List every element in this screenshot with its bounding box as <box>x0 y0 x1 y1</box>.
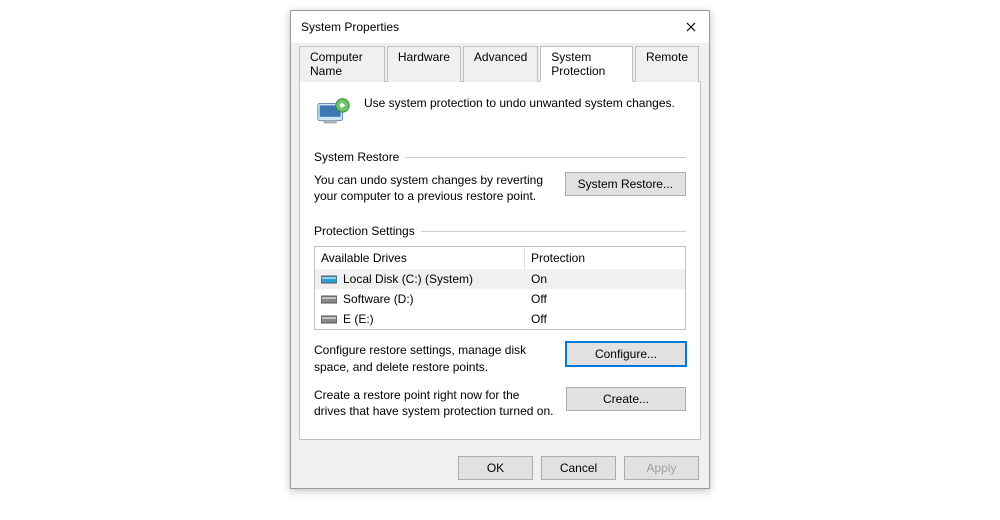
drives-body: Local Disk (C:) (System) On Software (D:) O… <box>315 269 685 329</box>
drive-label: E (E:) <box>343 312 374 326</box>
dialog-footer: OK Cancel Apply <box>291 448 709 488</box>
intro-row: Use system protection to undo unwanted s… <box>314 94 686 132</box>
configure-button[interactable]: Configure... <box>566 342 686 366</box>
tab-strip: Computer Name Hardware Advanced System P… <box>299 45 701 82</box>
divider <box>421 231 686 232</box>
system-restore-label: System Restore <box>314 150 399 164</box>
table-row[interactable]: E (E:) Off <box>315 309 685 329</box>
cancel-button[interactable]: Cancel <box>541 456 616 480</box>
close-button[interactable] <box>681 17 701 37</box>
tab-advanced[interactable]: Advanced <box>463 46 538 82</box>
drives-table: Available Drives Protection Local Disk (… <box>314 246 686 330</box>
create-row: Create a restore point right now for the… <box>314 387 686 419</box>
tab-panel: Use system protection to undo unwanted s… <box>299 82 701 440</box>
tabs-container: Computer Name Hardware Advanced System P… <box>291 43 709 448</box>
configure-desc: Configure restore settings, manage disk … <box>314 342 554 374</box>
drive-protection: On <box>531 272 547 286</box>
create-button[interactable]: Create... <box>566 387 686 411</box>
system-restore-desc: You can undo system changes by reverting… <box>314 172 553 204</box>
intro-text: Use system protection to undo unwanted s… <box>364 94 675 110</box>
disk-icon <box>321 273 337 285</box>
dialog-title: System Properties <box>301 20 399 34</box>
protection-settings-label: Protection Settings <box>314 224 415 238</box>
apply-button[interactable]: Apply <box>624 456 699 480</box>
drive-label: Software (D:) <box>343 292 414 306</box>
table-row[interactable]: Software (D:) Off <box>315 289 685 309</box>
disk-icon <box>321 313 337 325</box>
drive-protection: Off <box>531 312 547 326</box>
tab-computer-name[interactable]: Computer Name <box>299 46 385 82</box>
tab-system-protection[interactable]: System Protection <box>540 46 633 82</box>
tab-hardware[interactable]: Hardware <box>387 46 461 82</box>
close-icon <box>686 22 696 32</box>
ok-button[interactable]: OK <box>458 456 533 480</box>
tab-remote[interactable]: Remote <box>635 46 699 82</box>
drives-header: Available Drives Protection <box>315 247 685 269</box>
system-restore-row: You can undo system changes by reverting… <box>314 172 686 204</box>
system-restore-button[interactable]: System Restore... <box>565 172 686 196</box>
divider <box>405 157 686 158</box>
drive-label: Local Disk (C:) (System) <box>343 272 473 286</box>
protection-settings-heading: Protection Settings <box>314 224 686 238</box>
disk-icon <box>321 293 337 305</box>
configure-row: Configure restore settings, manage disk … <box>314 342 686 374</box>
table-row[interactable]: Local Disk (C:) (System) On <box>315 269 685 289</box>
system-properties-dialog: System Properties Computer Name Hardware… <box>290 10 710 489</box>
col-available-drives[interactable]: Available Drives <box>315 247 525 269</box>
create-desc: Create a restore point right now for the… <box>314 387 554 419</box>
col-protection[interactable]: Protection <box>525 247 685 269</box>
titlebar: System Properties <box>291 11 709 43</box>
drive-protection: Off <box>531 292 547 306</box>
system-protection-icon <box>314 94 352 132</box>
system-restore-heading: System Restore <box>314 150 686 164</box>
